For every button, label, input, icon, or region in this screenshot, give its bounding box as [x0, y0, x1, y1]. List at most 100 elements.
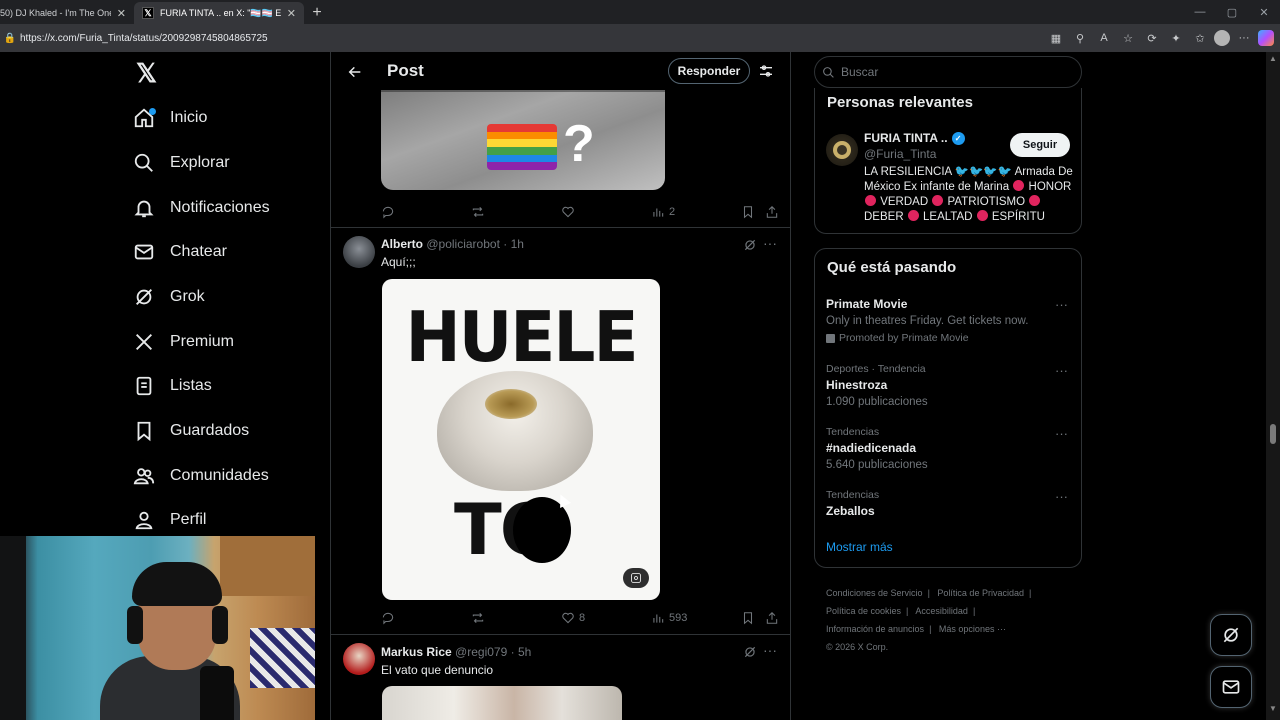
repost-action[interactable] — [471, 202, 489, 222]
bookmark-action[interactable] — [741, 608, 755, 628]
nav-item-listas[interactable]: Listas — [132, 368, 212, 404]
favorite-star-icon[interactable]: ☆ — [1118, 28, 1138, 48]
trend-item[interactable]: Primate Movie Only in theatres Friday. G… — [826, 297, 1076, 344]
footer-link[interactable]: Política de Privacidad — [937, 588, 1024, 598]
browser-tab-youtube[interactable]: 50) DJ Khaled - I'm The One ft. ✕ — [0, 2, 134, 24]
nav-item-guardados[interactable]: Guardados — [132, 413, 249, 449]
reply-action[interactable] — [381, 608, 399, 628]
minimize-icon[interactable]: — — [1184, 0, 1216, 24]
avatar[interactable] — [826, 134, 858, 166]
copyright: © 2026 X Corp. — [826, 642, 889, 652]
share-action[interactable] — [765, 608, 779, 628]
post-actions: 8 593 — [381, 608, 781, 628]
footer-link[interactable]: Información de anuncios — [826, 624, 924, 634]
extensions-icon[interactable]: ⟳ — [1142, 28, 1162, 48]
repost-action[interactable] — [471, 608, 489, 628]
collections-icon[interactable]: ✩ — [1190, 28, 1210, 48]
footer-link[interactable]: Condiciones de Servicio — [826, 588, 923, 598]
more-options-icon[interactable]: ··· — [763, 236, 781, 254]
post-time[interactable]: · 5h — [511, 645, 532, 659]
tab-close-icon[interactable]: ✕ — [287, 7, 296, 20]
nav-item-chatear[interactable]: Chatear — [132, 234, 227, 270]
follow-button[interactable]: Seguir — [1010, 133, 1070, 157]
edit-image-icon[interactable] — [623, 568, 649, 588]
relevant-person-handle[interactable]: @Furia_Tinta — [864, 147, 936, 161]
more-options-icon[interactable]: ··· — [1055, 297, 1068, 312]
trend-item[interactable]: Tendencias #nadiedicenada 5.640 publicac… — [826, 426, 1076, 471]
avatar[interactable] — [343, 236, 375, 268]
messages-floating-button[interactable] — [1210, 666, 1252, 708]
nav-item-premium[interactable]: Premium — [132, 324, 234, 360]
relevant-person-name[interactable]: FURIA TINTA .. ✓ — [864, 131, 965, 145]
trending-title: Qué está pasando — [827, 259, 957, 276]
post-author-line: Markus Rice @regi079 · 5h — [381, 645, 531, 659]
footer-link[interactable]: Política de cookies — [826, 606, 901, 616]
reply-button[interactable]: Responder — [668, 58, 750, 84]
post-image-garlic[interactable]: HUELE TO — [382, 279, 660, 600]
views-action[interactable]: 593 — [651, 608, 687, 628]
post-image-flag[interactable]: ? — [381, 90, 665, 190]
zoom-icon[interactable]: ⚲ — [1070, 28, 1090, 48]
x-logo-icon[interactable]: 𝕏 — [136, 60, 162, 86]
author-handle[interactable]: @policiarobot — [426, 237, 500, 251]
views-action[interactable]: 2 — [651, 202, 675, 222]
trend-item[interactable]: Tendencias Zeballos ··· — [826, 489, 1076, 518]
red-circle-emoji — [976, 210, 988, 221]
address-bar: 🔒 https://x.com/Furia_Tinta/status/20092… — [0, 24, 1280, 52]
nav-item-inicio[interactable]: Inicio — [132, 100, 207, 136]
tab-close-icon[interactable]: ✕ — [117, 7, 126, 20]
like-action[interactable]: 8 — [561, 608, 585, 628]
grok-icon[interactable] — [743, 645, 759, 661]
more-options-icon[interactable]: ··· — [1055, 489, 1068, 504]
maximize-icon[interactable]: ▢ — [1216, 0, 1248, 24]
nav-item-notificaciones[interactable]: Notificaciones — [132, 190, 270, 226]
avatar[interactable] — [343, 643, 375, 675]
grid-icon[interactable]: ▦ — [1046, 28, 1066, 48]
nav-item-comunidades[interactable]: Comunidades — [132, 458, 269, 494]
lock-icon[interactable]: 🔒 — [0, 33, 20, 44]
browser-menu-icon[interactable]: ··· — [1234, 28, 1254, 48]
scroll-up-icon[interactable]: ▲ — [1269, 54, 1277, 63]
person-name-text: FURIA TINTA .. — [864, 131, 948, 145]
copilot-icon[interactable] — [1258, 30, 1274, 46]
more-options-icon[interactable]: ··· — [1055, 363, 1068, 378]
post-time[interactable]: · 1h — [503, 237, 524, 251]
author-handle[interactable]: @regi079 — [455, 645, 507, 659]
author-name[interactable]: Alberto — [381, 237, 423, 251]
close-window-icon[interactable]: ✕ — [1248, 0, 1280, 24]
share-action[interactable] — [765, 202, 779, 222]
nav-label: Notificaciones — [170, 199, 270, 216]
profile-avatar[interactable] — [1214, 30, 1230, 46]
red-circle-emoji — [865, 195, 876, 206]
back-arrow-icon[interactable] — [343, 60, 367, 84]
browser-tab-bar: 50) DJ Khaled - I'm The One ft. ✕ 𝕏 FURI… — [0, 0, 1280, 24]
nav-item-perfil[interactable]: Perfil — [132, 502, 206, 538]
show-more-link[interactable]: Mostrar más — [826, 540, 893, 554]
trend-item[interactable]: Deportes · Tendencia Hinestroza 1.090 pu… — [826, 363, 1076, 408]
browser-tab-x[interactable]: 𝕏 FURIA TINTA .. en X: "🏳️‍⚧️🏳️‍⚧️ ESCÁ … — [134, 2, 304, 24]
nav-item-grok[interactable]: Grok — [132, 279, 205, 315]
search-input[interactable]: Buscar — [814, 56, 1082, 88]
scroll-down-icon[interactable]: ▼ — [1269, 704, 1277, 713]
author-name[interactable]: Markus Rice — [381, 645, 452, 659]
grok-floating-button[interactable] — [1210, 614, 1252, 656]
post-image[interactable] — [382, 686, 622, 720]
like-action[interactable] — [561, 202, 579, 222]
scrollbar-thumb[interactable] — [1270, 424, 1276, 444]
new-tab-button[interactable]: + — [304, 2, 330, 24]
footer-link[interactable]: Más opciones ··· — [939, 624, 1006, 634]
more-options-icon[interactable]: ··· — [1055, 426, 1068, 441]
reply-action[interactable] — [381, 202, 399, 222]
read-aloud-icon[interactable]: A — [1094, 28, 1114, 48]
bookmark-action[interactable] — [741, 202, 755, 222]
page-scrollbar[interactable]: ▲ ▼ — [1266, 52, 1280, 720]
footer-link[interactable]: Accesibilidad — [915, 606, 968, 616]
filter-sliders-icon[interactable] — [755, 60, 777, 82]
more-options-icon[interactable]: ··· — [763, 643, 781, 661]
url-field[interactable]: https://x.com/Furia_Tinta/status/2009298… — [20, 33, 268, 44]
nav-item-explorar[interactable]: Explorar — [132, 145, 230, 181]
extension-icon[interactable]: ✦ — [1166, 28, 1186, 48]
trend-name: Primate Movie — [826, 297, 908, 311]
search-placeholder: Buscar — [841, 65, 879, 79]
grok-icon[interactable] — [743, 238, 759, 254]
